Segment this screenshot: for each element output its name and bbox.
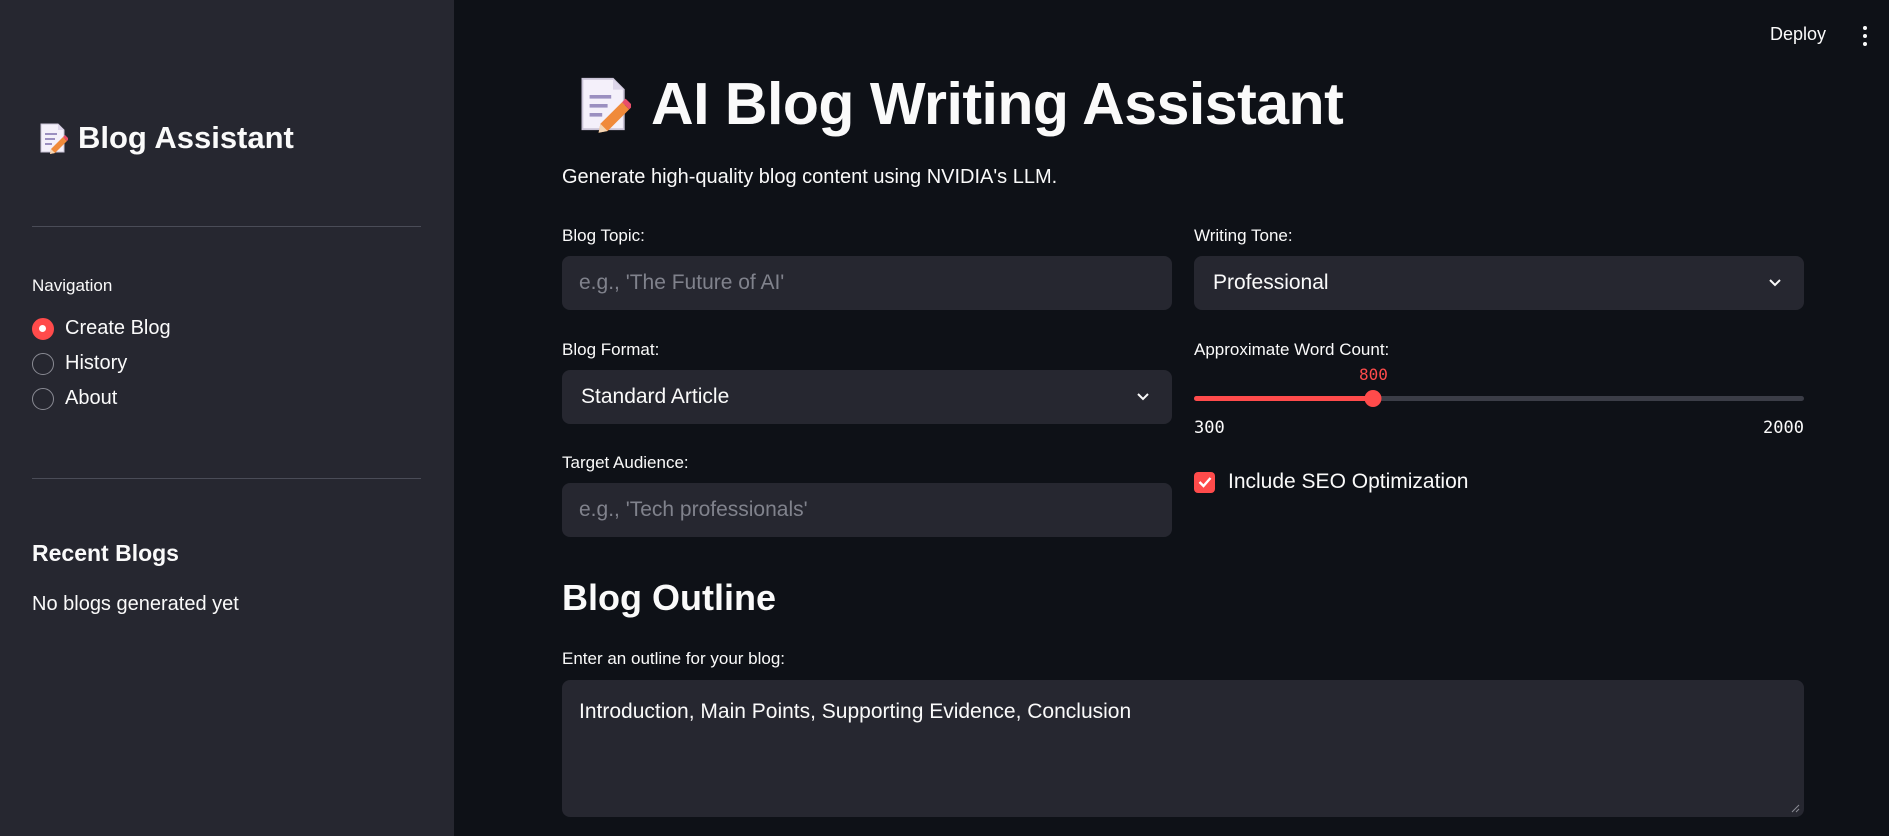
page-subtitle: Generate high-quality blog content using… (562, 166, 1058, 188)
word-count-label: Approximate Word Count: (1194, 340, 1390, 359)
recent-blogs-empty: No blogs generated yet (32, 593, 239, 615)
memo-icon (40, 123, 68, 154)
blog-format-select[interactable]: Standard Article (562, 370, 1172, 424)
slider-thumb[interactable] (1364, 390, 1382, 407)
nav-label: Navigation (32, 276, 113, 295)
memo-icon (581, 77, 631, 133)
sidebar-title-text: Blog Assistant (78, 120, 294, 155)
outline-value: Introduction, Main Points, Supporting Ev… (579, 700, 1132, 723)
sidebar-divider (32, 478, 421, 479)
word-count-value: 800 (1358, 365, 1388, 384)
chevron-down-icon (1769, 279, 1781, 287)
radio-unselected-icon (32, 352, 54, 375)
recent-blogs-title: Recent Blogs (32, 540, 179, 566)
sidebar: Blog Assistant Navigation Create Blog Hi… (0, 0, 454, 836)
seo-checkbox-label: Include SEO Optimization (1228, 470, 1469, 493)
target-audience-input[interactable]: e.g., 'Tech professionals' (562, 483, 1172, 537)
blog-topic-placeholder: e.g., 'The Future of AI' (579, 271, 785, 294)
app-root: Blog Assistant Navigation Create Blog Hi… (0, 0, 1889, 836)
nav-item-about[interactable]: About (32, 381, 171, 416)
outline-textarea[interactable]: Introduction, Main Points, Supporting Ev… (562, 680, 1804, 817)
target-audience-placeholder: e.g., 'Tech professionals' (579, 498, 808, 521)
outline-section-title: Blog Outline (562, 577, 776, 618)
radio-selected-icon (32, 317, 54, 340)
nav-item-history[interactable]: History (32, 346, 171, 381)
sidebar-divider (32, 226, 421, 227)
writing-tone-select[interactable]: Professional (1194, 256, 1804, 310)
nav-item-label: History (65, 352, 128, 374)
word-count-slider: 800 300 2000 (1194, 360, 1804, 440)
seo-checkbox-row[interactable]: Include SEO Optimization (1194, 470, 1468, 494)
slider-fill (1194, 396, 1374, 401)
writing-tone-value: Professional (1213, 271, 1329, 294)
vertical-ellipsis-icon[interactable] (1862, 26, 1868, 48)
writing-tone-label: Writing Tone: (1194, 226, 1293, 245)
navigation-radio-group: Create Blog History About (32, 311, 171, 416)
nav-item-label: Create Blog (65, 317, 171, 339)
checkbox-checked-icon[interactable] (1194, 471, 1215, 493)
chevron-down-icon (1137, 393, 1149, 401)
blog-topic-input[interactable]: e.g., 'The Future of AI' (562, 256, 1172, 310)
slider-max-label: 2000 (1763, 418, 1804, 438)
resize-grip-icon[interactable] (1790, 803, 1800, 813)
target-audience-label: Target Audience: (562, 453, 689, 472)
blog-format-value: Standard Article (581, 385, 730, 408)
blog-topic-label: Blog Topic: (562, 226, 645, 245)
nav-item-create-blog[interactable]: Create Blog (32, 311, 171, 346)
deploy-button[interactable]: Deploy (1770, 24, 1826, 45)
outline-label: Enter an outline for your blog: (562, 649, 786, 668)
radio-unselected-icon (32, 387, 54, 410)
page-title: AI Blog Writing Assistant (577, 70, 1344, 138)
sidebar-title: Blog Assistant (38, 120, 294, 156)
nav-item-label: About (65, 387, 118, 409)
slider-min-label: 300 (1194, 418, 1225, 438)
blog-format-label: Blog Format: (562, 340, 660, 359)
page-title-text: AI Blog Writing Assistant (651, 71, 1344, 137)
